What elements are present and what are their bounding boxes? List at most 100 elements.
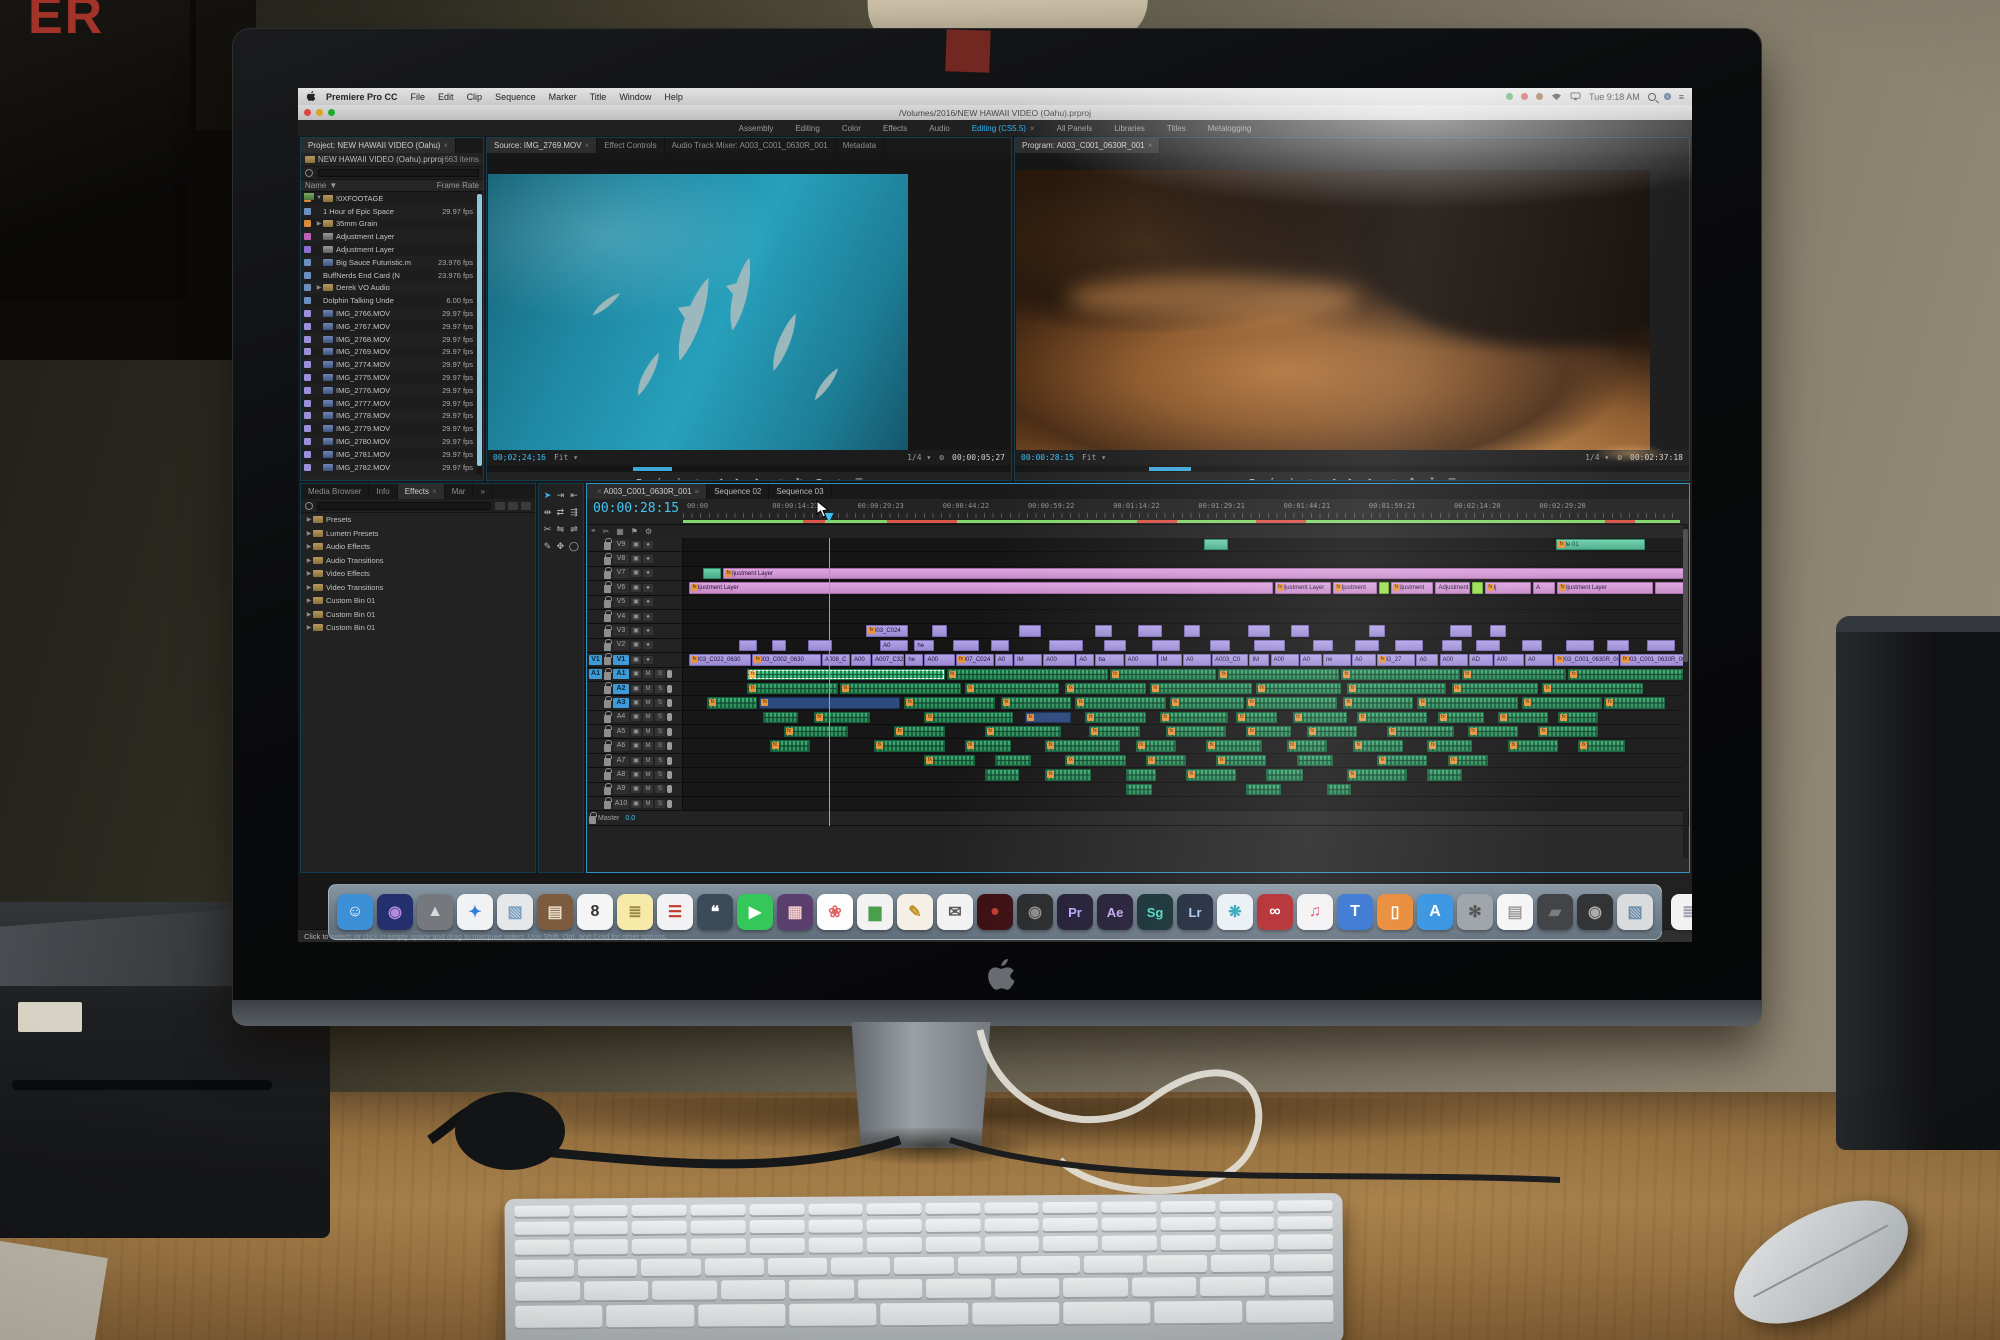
timeline-tab-sequence-02[interactable]: Sequence 02 bbox=[707, 484, 770, 499]
tab-mar[interactable]: Mar bbox=[445, 484, 474, 499]
audio-clip[interactable] bbox=[1326, 783, 1351, 796]
video-clip[interactable]: A003_C002_0630 fx bbox=[752, 654, 821, 666]
zoom-window-button[interactable] bbox=[328, 109, 335, 116]
keyboard-key[interactable] bbox=[808, 1219, 864, 1235]
solo-button[interactable]: S bbox=[655, 713, 665, 722]
track-lane-a10[interactable] bbox=[683, 797, 1689, 810]
track-target-a1[interactable]: A1 bbox=[613, 669, 629, 680]
toggle-track-output-icon[interactable]: ● bbox=[643, 655, 653, 664]
audio-clip[interactable]: fx bbox=[904, 697, 995, 709]
close-window-button[interactable] bbox=[304, 109, 311, 116]
menu-clip[interactable]: Clip bbox=[467, 92, 483, 102]
track-lane-a1[interactable]: fx fx fx fx fx fx fx bbox=[683, 668, 1689, 681]
project-row[interactable]: ▶ 35mm Grain bbox=[301, 218, 483, 231]
audio-clip[interactable]: fx bbox=[1000, 697, 1072, 709]
video-clip[interactable]: Title 01 fx bbox=[1556, 539, 1645, 551]
video-clip[interactable] bbox=[1369, 625, 1386, 637]
system-preferences-icon[interactable]: ✻ bbox=[1457, 894, 1493, 930]
tab-program[interactable]: Program: A003_C001_0630R_001 × bbox=[1015, 138, 1161, 153]
keyboard-key[interactable] bbox=[704, 1258, 764, 1278]
lock-icon[interactable] bbox=[604, 782, 612, 795]
audio-clip[interactable]: fx bbox=[1246, 697, 1337, 709]
status-dot-red[interactable] bbox=[1521, 93, 1529, 100]
project-row[interactable]: IMG_2782.MOV 29.97 fps bbox=[301, 460, 483, 474]
video-clip[interactable] bbox=[1379, 582, 1390, 594]
track-target-a3[interactable]: A3 bbox=[613, 697, 629, 708]
audio-clip[interactable]: fx bbox=[1346, 769, 1408, 781]
export-frame-button[interactable]: ▣ bbox=[1447, 476, 1457, 481]
expand-caret-icon[interactable]: ▶ bbox=[305, 530, 313, 537]
video-clip[interactable]: A bbox=[1533, 582, 1556, 594]
tab-project[interactable]: Project: NEW HAWAII VIDEO (Oahu) × bbox=[301, 138, 456, 153]
keyboard-key[interactable] bbox=[583, 1280, 649, 1303]
audio-clip[interactable]: fx bbox=[1437, 711, 1484, 724]
source-scrollbar[interactable] bbox=[527, 467, 967, 471]
step-back-button[interactable]: ◀ bbox=[1327, 476, 1337, 481]
audio-clip[interactable]: fx bbox=[1507, 740, 1559, 752]
audio-clip[interactable]: fx bbox=[1135, 740, 1176, 752]
keynote-icon[interactable]: T bbox=[1337, 894, 1373, 930]
audio-clip[interactable]: fx bbox=[1340, 668, 1460, 680]
safari-icon[interactable]: ✦ bbox=[457, 894, 493, 930]
lock-icon[interactable] bbox=[604, 667, 612, 680]
video-clip[interactable]: A0 bbox=[1299, 654, 1322, 666]
workspace-tab-audio[interactable]: Audio bbox=[929, 124, 949, 133]
menu-marker[interactable]: Marker bbox=[549, 92, 577, 102]
program-scrollbar[interactable] bbox=[1055, 467, 1645, 471]
keyboard-key[interactable] bbox=[1084, 1255, 1144, 1275]
source-patch[interactable] bbox=[589, 727, 602, 737]
mute-button[interactable]: M bbox=[643, 756, 653, 765]
toggle-track-output-icon[interactable]: ● bbox=[643, 540, 653, 549]
keyboard-key[interactable] bbox=[514, 1205, 570, 1219]
audio-clip[interactable]: fx bbox=[1292, 711, 1347, 724]
keyboard-key[interactable] bbox=[984, 1202, 1040, 1216]
solo-button[interactable]: S bbox=[655, 670, 665, 679]
track-target-a5[interactable]: A5 bbox=[613, 726, 629, 737]
video-clip[interactable]: Adjustment Layer fx bbox=[723, 567, 1685, 580]
voiceover-record-icon[interactable] bbox=[667, 698, 672, 707]
solo-button[interactable]: S bbox=[655, 785, 665, 794]
video-clip[interactable] bbox=[1151, 639, 1180, 652]
track-lane-v4[interactable] bbox=[683, 610, 1689, 623]
keyboard-key[interactable] bbox=[690, 1238, 746, 1256]
project-row[interactable]: Adjustment Layer bbox=[301, 243, 483, 256]
audio-clip[interactable]: fx bbox=[1346, 682, 1446, 695]
solo-button[interactable]: S bbox=[655, 799, 665, 808]
audio-clip[interactable] bbox=[1266, 769, 1303, 781]
video-clip[interactable] bbox=[1566, 639, 1595, 652]
keyboard-key[interactable] bbox=[514, 1259, 575, 1279]
project-row[interactable]: IMG_2780.MOV 29.97 fps bbox=[301, 435, 483, 448]
video-clip[interactable]: AD bbox=[1468, 654, 1493, 666]
voiceover-record-icon[interactable] bbox=[667, 770, 672, 779]
video-clip[interactable]: A00 bbox=[924, 654, 955, 666]
toggle-track-output-icon[interactable]: ● bbox=[643, 627, 653, 636]
track-lane-a2[interactable]: fx fx fx fx fx fx fx fx fx bbox=[683, 682, 1689, 695]
keyboard-key[interactable] bbox=[573, 1221, 629, 1237]
audio-clip[interactable]: fx bbox=[1342, 697, 1414, 709]
expand-caret-icon[interactable]: ▶ bbox=[305, 597, 313, 604]
effects-bin-row[interactable]: ▶ Audio Transitions bbox=[301, 554, 535, 568]
track-lane-v3[interactable]: A003_C024 fx bbox=[683, 624, 1689, 637]
siri-icon[interactable] bbox=[1663, 93, 1671, 100]
effects-search-input[interactable] bbox=[317, 501, 491, 510]
video-clip[interactable] bbox=[1312, 639, 1333, 652]
source-patch[interactable] bbox=[589, 568, 602, 578]
lock-icon[interactable] bbox=[604, 739, 612, 752]
tab-effect-controls[interactable]: Effect Controls bbox=[597, 138, 665, 153]
status-dot-brown[interactable] bbox=[1536, 93, 1544, 100]
project-row[interactable]: IMG_2776.MOV 29.97 fps bbox=[301, 383, 483, 397]
audio-clip[interactable]: fx bbox=[1387, 726, 1454, 738]
video-clip[interactable]: Adjustment Layer fx bbox=[1557, 582, 1653, 594]
keyboard-key[interactable] bbox=[1160, 1200, 1216, 1215]
track-target-v6[interactable]: V6 bbox=[613, 582, 629, 593]
keyboard-key[interactable] bbox=[1219, 1216, 1275, 1232]
keyboard-key[interactable] bbox=[1200, 1276, 1265, 1299]
wifi-icon[interactable] bbox=[1551, 92, 1562, 101]
video-clip[interactable] bbox=[771, 639, 786, 652]
tab-effects[interactable]: Effects × bbox=[397, 484, 445, 499]
source-zoom-select[interactable]: 1/4 ▾ bbox=[907, 453, 931, 462]
sync-lock-icon[interactable]: ▣ bbox=[631, 670, 641, 679]
video-clip[interactable]: A0 bbox=[1525, 654, 1554, 666]
keyboard-key[interactable] bbox=[1160, 1216, 1216, 1233]
audio-clip[interactable]: fx bbox=[1417, 697, 1518, 709]
